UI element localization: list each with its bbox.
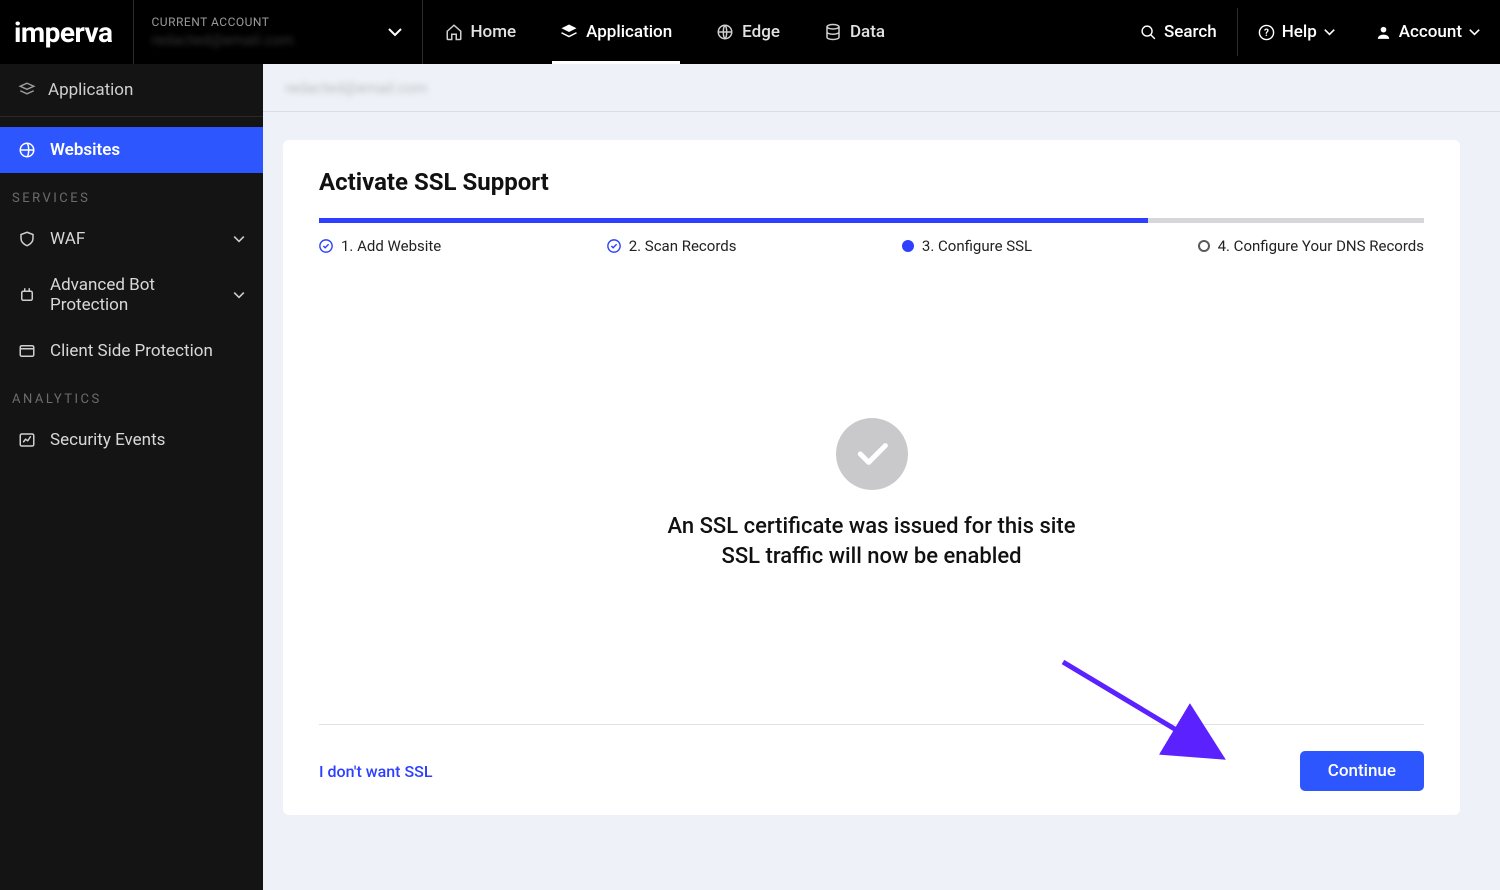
- user-icon: [1375, 24, 1392, 41]
- step-current-icon: [902, 240, 914, 252]
- step-4-configure-dns: 4. Configure Your DNS Records: [1198, 237, 1424, 255]
- step-indicator: 1. Add Website 2. Scan Records 3. Config…: [319, 237, 1424, 255]
- step-label: 2. Scan Records: [629, 237, 737, 255]
- bot-icon: [18, 286, 36, 304]
- account-selector[interactable]: CURRENT ACCOUNT redacted@email.com: [133, 0, 423, 64]
- chart-icon: [18, 431, 36, 449]
- account-label: Account: [1399, 22, 1462, 42]
- top-nav: Home Application Edge Data: [423, 0, 908, 64]
- step-complete-icon: [607, 239, 621, 253]
- nav-application[interactable]: Application: [538, 0, 694, 64]
- step-label: 3. Configure SSL: [922, 237, 1032, 255]
- sidebar-item-waf[interactable]: WAF: [0, 216, 263, 262]
- help-menu[interactable]: ? Help: [1238, 0, 1355, 64]
- progress-bar: [319, 218, 1424, 223]
- chevron-down-icon: [233, 235, 245, 243]
- breadcrumb: redacted@email.com: [263, 64, 1500, 112]
- step-pending-icon: [1198, 240, 1210, 252]
- globe-icon: [18, 141, 36, 159]
- help-icon: ?: [1258, 24, 1275, 41]
- check-circle-icon: [836, 418, 908, 490]
- nav-home[interactable]: Home: [423, 0, 539, 64]
- help-label: Help: [1282, 22, 1317, 42]
- continue-button[interactable]: Continue: [1300, 751, 1424, 791]
- sidebar-section-analytics: ANALYTICS: [0, 374, 263, 417]
- success-message-line-2: SSL traffic will now be enabled: [722, 542, 1022, 572]
- top-right: Search ? Help Account: [1120, 0, 1500, 64]
- search-label: Search: [1164, 22, 1217, 42]
- nav-edge-label: Edge: [742, 22, 780, 42]
- account-selector-label: CURRENT ACCOUNT: [152, 15, 378, 29]
- progress-fill: [319, 218, 1148, 223]
- sidebar-item-label: WAF: [50, 229, 85, 249]
- sidebar-item-application[interactable]: Application: [0, 64, 263, 117]
- shield-icon: [18, 230, 36, 248]
- search-button[interactable]: Search: [1120, 0, 1237, 64]
- success-block: An SSL certificate was issued for this s…: [319, 265, 1424, 724]
- main-area: redacted@email.com Activate SSL Support …: [263, 64, 1500, 890]
- svg-text:?: ?: [1264, 28, 1269, 39]
- globe-icon: [716, 23, 734, 41]
- sidebar: Application Websites SERVICES WAF Advanc…: [0, 64, 263, 890]
- sidebar-item-websites[interactable]: Websites: [0, 127, 263, 173]
- nav-data[interactable]: Data: [802, 0, 907, 64]
- caret-down-icon: [388, 27, 402, 37]
- nav-data-label: Data: [850, 22, 885, 42]
- database-icon: [824, 23, 842, 41]
- step-label: 1. Add Website: [341, 237, 441, 255]
- brand-logo: imperva: [0, 0, 133, 64]
- sidebar-item-security-events[interactable]: Security Events: [0, 417, 263, 463]
- nav-edge[interactable]: Edge: [694, 0, 802, 64]
- chevron-down-icon: [233, 291, 245, 299]
- layers-icon: [560, 23, 578, 41]
- sidebar-section-services: SERVICES: [0, 173, 263, 216]
- account-menu[interactable]: Account: [1355, 0, 1500, 64]
- nav-home-label: Home: [471, 22, 517, 42]
- success-message-line-1: An SSL certificate was issued for this s…: [668, 512, 1076, 542]
- step-3-configure-ssl: 3. Configure SSL: [902, 237, 1032, 255]
- wizard-card: Activate SSL Support 1. Add Website 2. S…: [283, 140, 1460, 815]
- sidebar-item-label: Advanced Bot Protection: [50, 275, 219, 315]
- step-2-scan-records: 2. Scan Records: [607, 237, 737, 255]
- sidebar-item-advanced-bot-protection[interactable]: Advanced Bot Protection: [0, 262, 263, 328]
- browser-icon: [18, 342, 36, 360]
- step-complete-icon: [319, 239, 333, 253]
- caret-down-icon: [1324, 28, 1335, 36]
- sidebar-item-label: Application: [48, 80, 133, 100]
- caret-down-icon: [1469, 28, 1480, 36]
- step-1-add-website: 1. Add Website: [319, 237, 441, 255]
- no-ssl-link[interactable]: I don't want SSL: [319, 762, 432, 781]
- home-icon: [445, 23, 463, 41]
- wizard-footer: I don't want SSL Continue: [319, 724, 1424, 791]
- step-label: 4. Configure Your DNS Records: [1218, 237, 1424, 255]
- layers-icon: [18, 81, 36, 99]
- sidebar-item-label: Websites: [50, 140, 120, 160]
- nav-application-label: Application: [586, 22, 672, 42]
- sidebar-item-label: Client Side Protection: [50, 341, 213, 361]
- sidebar-item-label: Security Events: [50, 430, 165, 450]
- breadcrumb-text: redacted@email.com: [285, 79, 427, 97]
- account-selector-value: redacted@email.com: [152, 31, 378, 49]
- sidebar-item-client-side-protection[interactable]: Client Side Protection: [0, 328, 263, 374]
- search-icon: [1140, 24, 1157, 41]
- page-title: Activate SSL Support: [319, 168, 1424, 196]
- top-bar: imperva CURRENT ACCOUNT redacted@email.c…: [0, 0, 1500, 64]
